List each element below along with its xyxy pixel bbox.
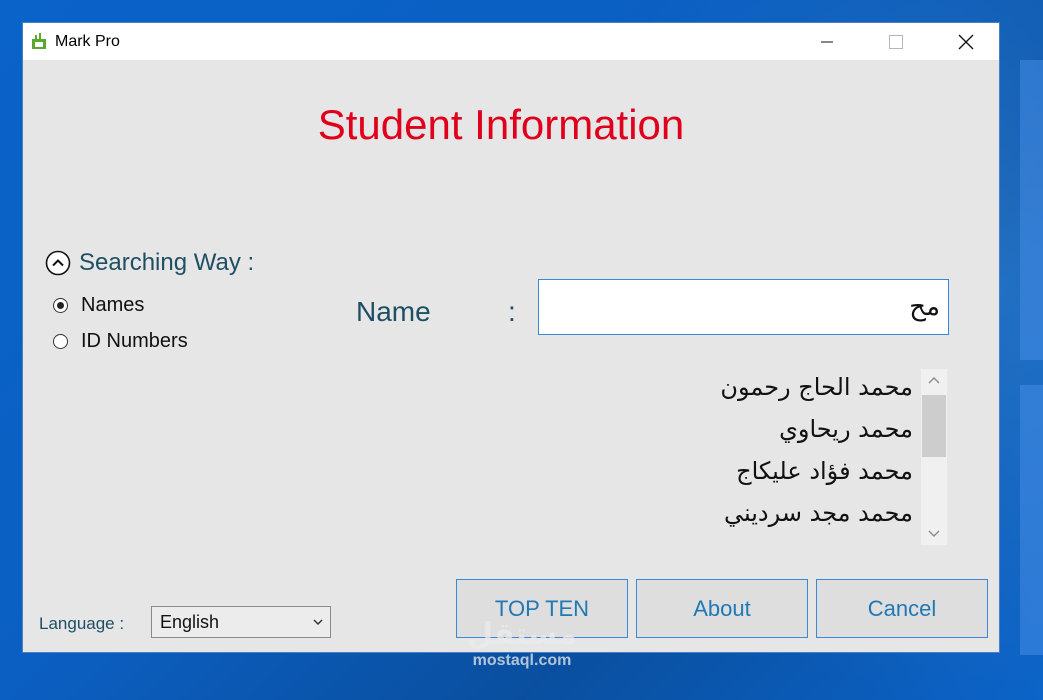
chevron-down-icon (313, 619, 323, 626)
radio-names-label: Names (81, 294, 145, 316)
title-bar[interactable]: Mark Pro (23, 23, 999, 60)
name-search-input[interactable] (538, 279, 949, 335)
list-item[interactable]: محمد ريحاوي (779, 415, 913, 443)
radio-id-numbers[interactable]: ID Numbers (53, 330, 188, 353)
cancel-button[interactable]: Cancel (816, 579, 988, 638)
watermark-latin: mostaql.com (472, 652, 572, 669)
close-icon (958, 34, 974, 49)
maximize-icon (889, 34, 903, 49)
about-button[interactable]: About (636, 579, 808, 638)
language-select[interactable]: English (151, 606, 331, 638)
searching-way-label: Searching Way : (79, 249, 255, 276)
list-item[interactable]: محمد مجد سرديني (724, 499, 913, 527)
radio-button[interactable] (53, 298, 68, 313)
name-label: Name (356, 296, 431, 327)
language-selected-value: English (160, 611, 220, 632)
watermark-arabic: مستقل (467, 617, 577, 652)
results-scrollbar[interactable] (921, 369, 947, 545)
radio-button[interactable] (53, 334, 68, 349)
radio-selected-dot (57, 302, 64, 309)
app-bar-icon (32, 33, 46, 49)
scroll-down-button[interactable] (921, 521, 947, 545)
watermark: مستقل mostaql.com (457, 618, 587, 670)
radio-id-numbers-label: ID Numbers (81, 330, 188, 352)
radio-names[interactable]: Names (53, 294, 144, 317)
results-list[interactable]: محمد الحاج رحمون محمد ريحاوي محمد فؤاد ع… (673, 369, 913, 545)
window-title: Mark Pro (55, 33, 120, 50)
desktop-pane-decor (1020, 385, 1043, 655)
desktop-pane-decor (1020, 60, 1043, 360)
searching-way-group: Searching Way : (45, 249, 254, 277)
minimize-button[interactable] (804, 23, 850, 60)
scroll-thumb[interactable] (922, 395, 946, 457)
maximize-button[interactable] (873, 23, 919, 60)
close-button[interactable] (943, 23, 989, 60)
app-window: Mark Pro Student Information Searching W… (22, 22, 1000, 653)
list-item[interactable]: محمد الحاج رحمون (720, 373, 913, 401)
minimize-icon (821, 41, 833, 42)
name-colon: : (508, 296, 516, 327)
chevron-up-circle-icon[interactable] (45, 250, 71, 276)
page-title: Student Information (317, 101, 685, 148)
list-item[interactable]: محمد فؤاد عليكاج (736, 457, 913, 485)
chevron-up-icon (928, 377, 940, 384)
language-label: Language : (39, 614, 125, 633)
scroll-up-button[interactable] (921, 369, 947, 393)
chevron-down-icon (928, 530, 940, 537)
